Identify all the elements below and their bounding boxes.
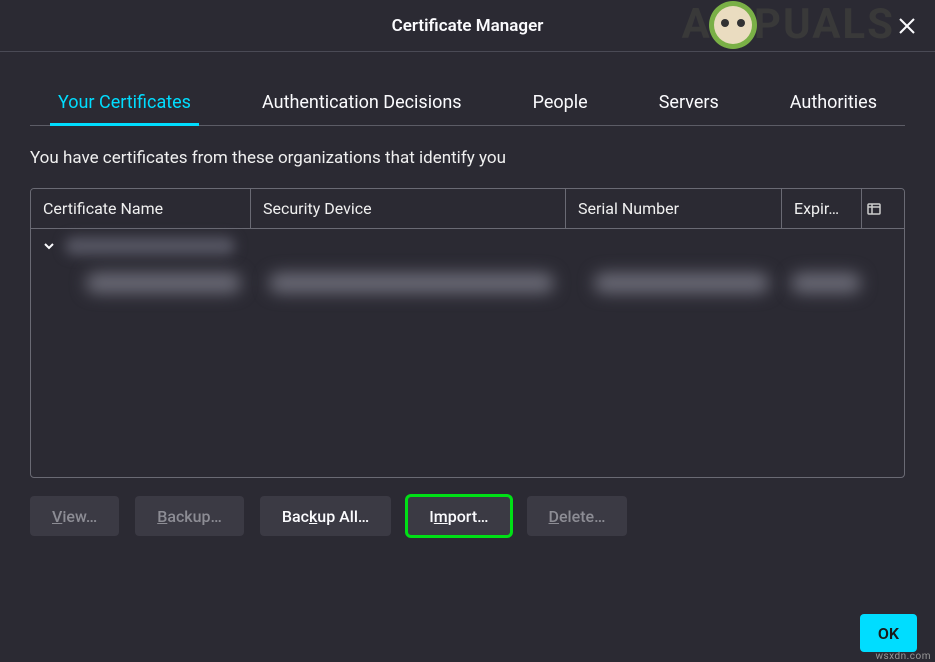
cert-expires-redacted: [791, 273, 861, 293]
close-button[interactable]: [891, 10, 923, 42]
cert-serial-redacted: [594, 273, 769, 293]
table-row[interactable]: [31, 263, 904, 303]
column-header-security-device[interactable]: Security Device: [251, 189, 566, 228]
tab-bar: Your Certificates Authentication Decisio…: [30, 82, 905, 126]
tab-your-certificates[interactable]: Your Certificates: [50, 82, 199, 125]
cert-name-redacted: [86, 273, 241, 293]
table-header-row: Certificate Name Security Device Serial …: [31, 189, 904, 229]
dialog-content: Your Certificates Authentication Decisio…: [0, 52, 935, 546]
backup-all-button[interactable]: Backup All…: [260, 496, 391, 536]
org-name-redacted: [65, 237, 235, 255]
column-header-expires[interactable]: Expir…: [782, 189, 862, 228]
column-header-name[interactable]: Certificate Name: [31, 189, 251, 228]
column-picker-icon: [867, 202, 881, 216]
certificates-table: Certificate Name Security Device Serial …: [30, 188, 905, 478]
tab-authorities[interactable]: Authorities: [782, 82, 885, 125]
action-button-row: View… Backup… Backup All… Import… Delete…: [30, 496, 905, 536]
table-row[interactable]: [31, 229, 904, 263]
tab-authentication-decisions[interactable]: Authentication Decisions: [254, 82, 470, 125]
import-button[interactable]: Import…: [407, 496, 510, 536]
tab-servers[interactable]: Servers: [651, 82, 727, 125]
dialog-title: Certificate Manager: [392, 16, 544, 36]
chevron-down-icon: [43, 240, 55, 252]
tab-description: You have certificates from these organiz…: [30, 148, 905, 168]
cert-device-redacted: [269, 273, 554, 293]
close-icon: [898, 17, 916, 35]
table-body: [31, 229, 904, 303]
view-button[interactable]: View…: [30, 496, 119, 536]
tab-people[interactable]: People: [525, 82, 596, 125]
column-picker-button[interactable]: [862, 189, 886, 228]
attribution-text: wsxdn.com: [875, 651, 931, 662]
expand-toggle[interactable]: [41, 238, 57, 254]
ok-button[interactable]: OK: [860, 614, 917, 652]
column-header-serial-number[interactable]: Serial Number: [566, 189, 782, 228]
backup-button[interactable]: Backup…: [135, 496, 244, 536]
delete-button[interactable]: Delete…: [527, 496, 628, 536]
dialog-header: Certificate Manager: [0, 0, 935, 52]
